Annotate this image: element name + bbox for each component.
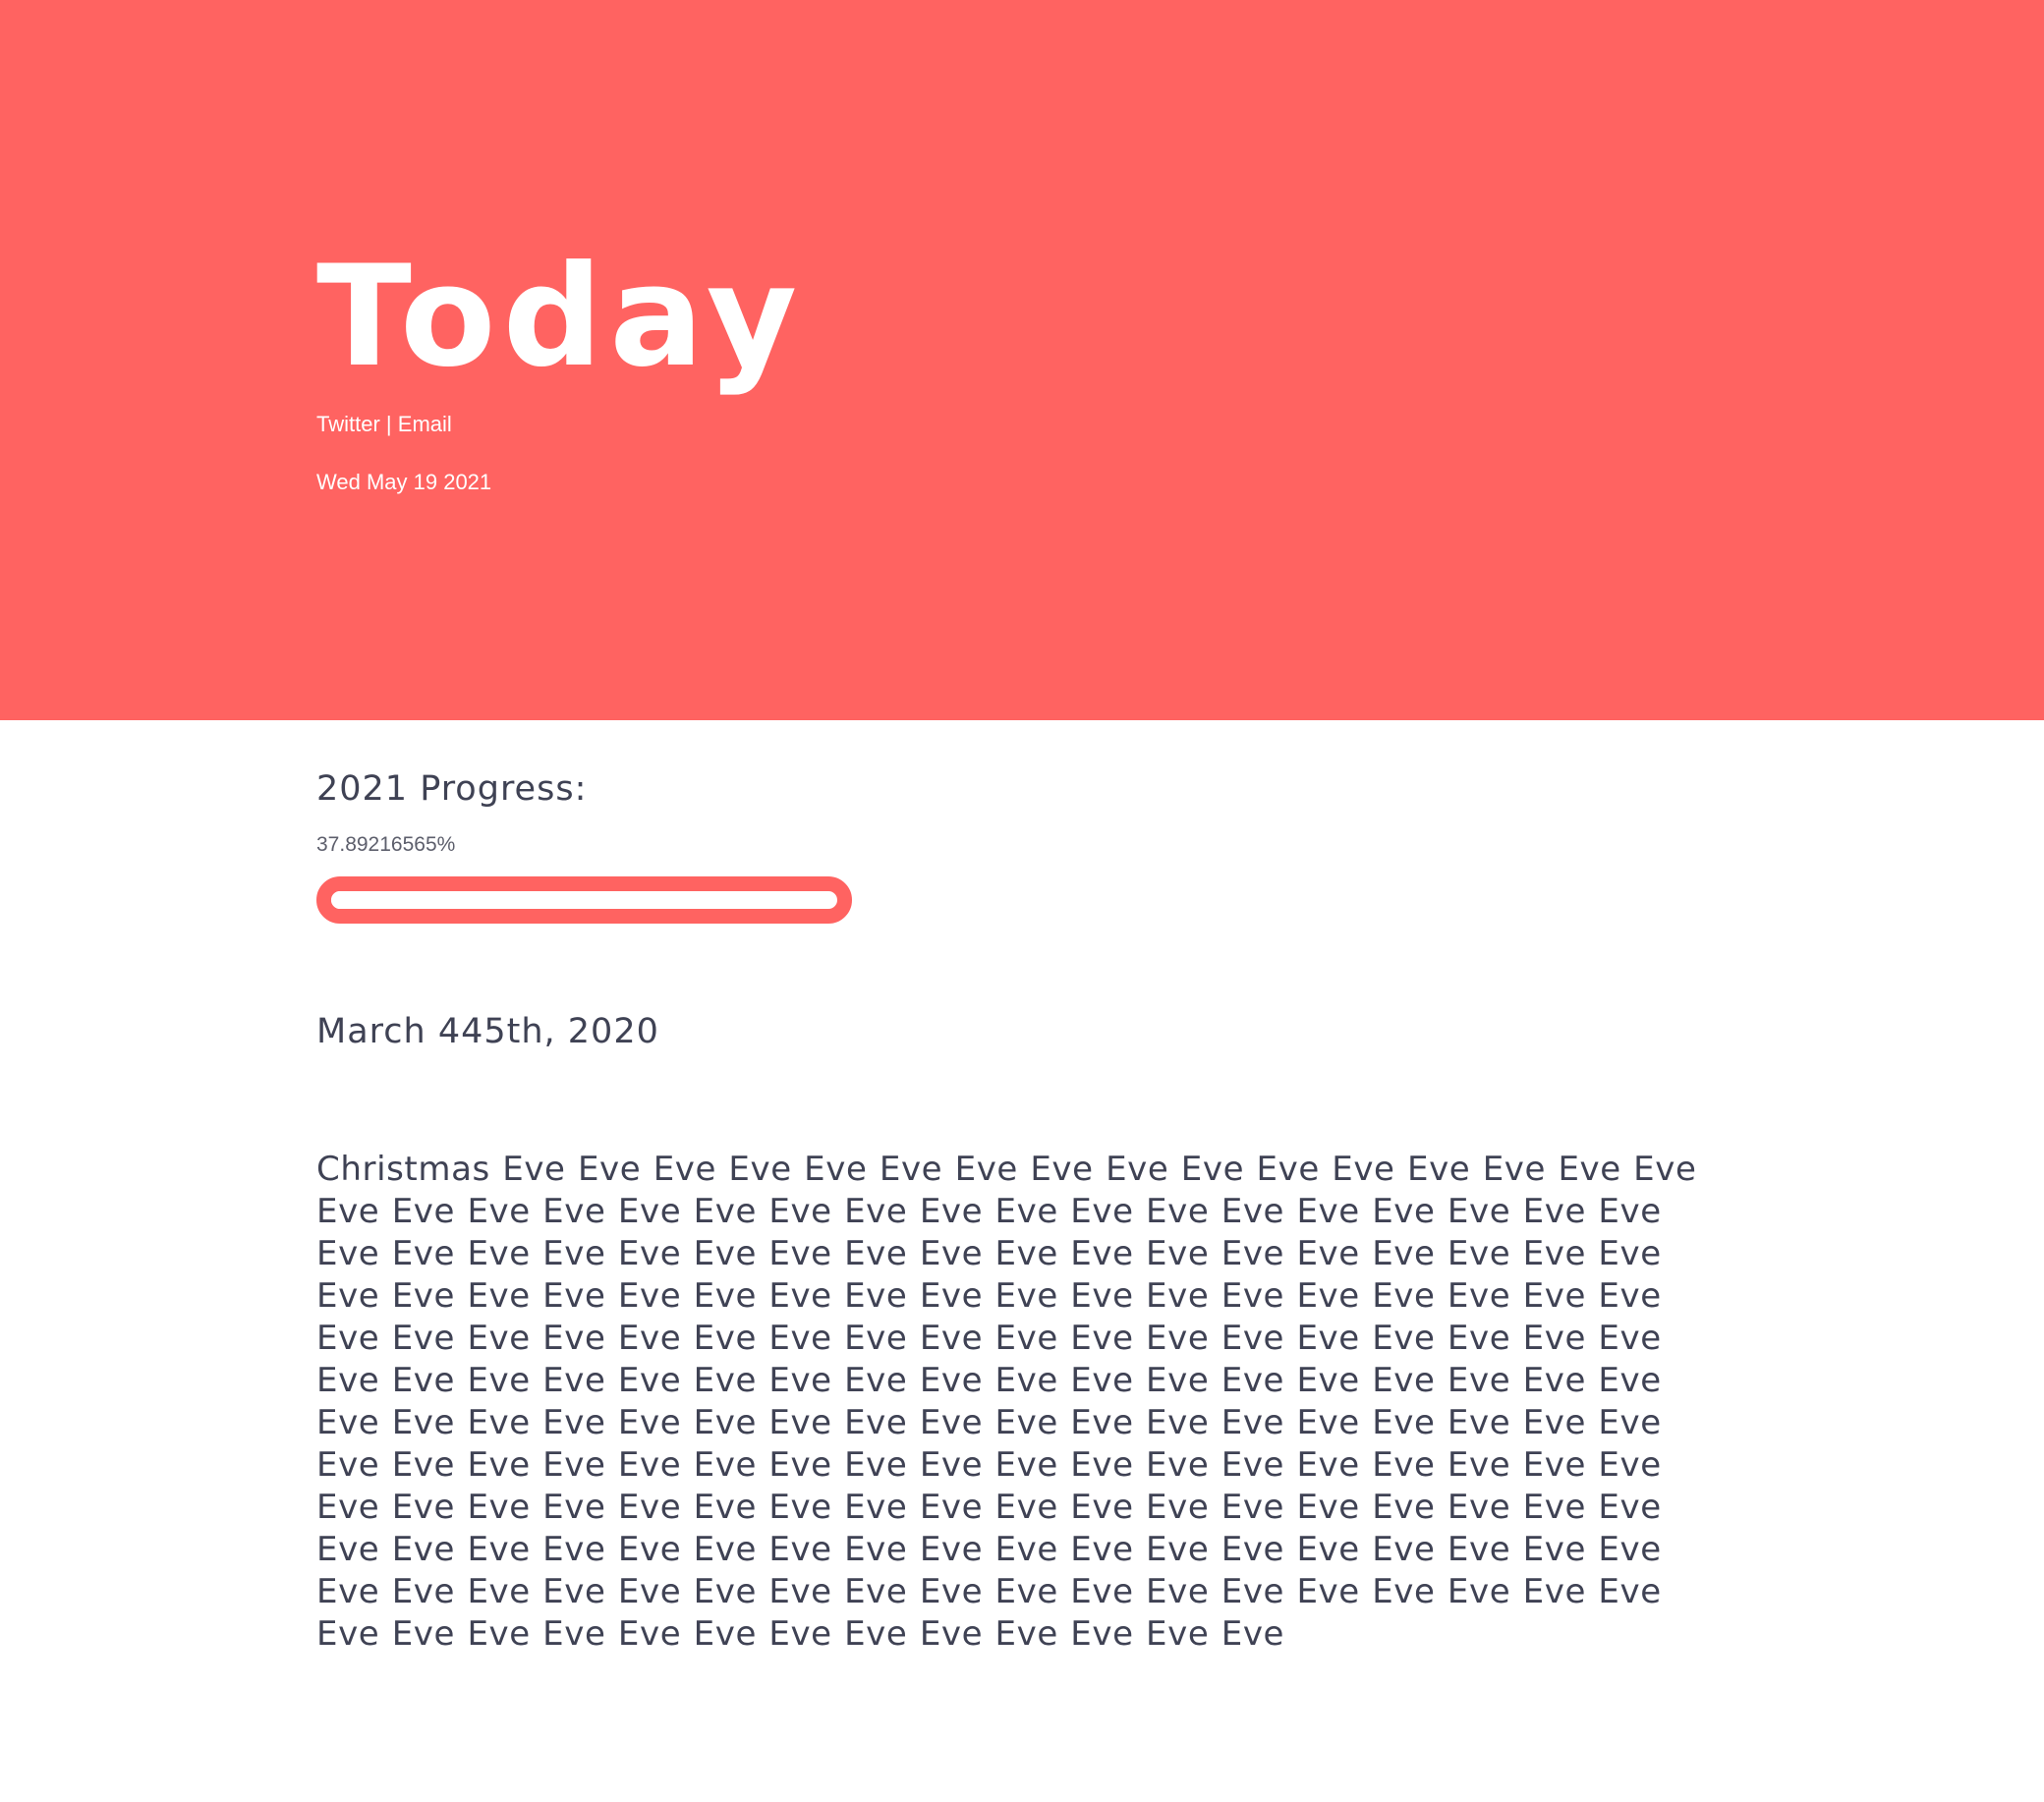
entry-body-text: Christmas Eve Eve Eve Eve Eve Eve Eve Ev… <box>316 1150 1697 1654</box>
link-separator: | <box>385 412 392 436</box>
year-progress-bar <box>316 876 852 924</box>
hero-banner: Today Twitter | Email Wed May 19 2021 <box>0 0 2044 720</box>
entry-date: March 445th, 2020 <box>316 1012 659 1051</box>
email-link[interactable]: Email <box>398 412 452 436</box>
progress-heading: 2021 Progress: <box>316 769 588 809</box>
twitter-link[interactable]: Twitter <box>316 412 380 436</box>
page-title: Today <box>316 236 805 398</box>
contact-links: Twitter | Email <box>316 409 452 440</box>
progress-bar-fill <box>331 891 524 909</box>
progress-percentage: 37.89216565% <box>316 833 456 856</box>
current-date: Wed May 19 2021 <box>316 470 492 494</box>
